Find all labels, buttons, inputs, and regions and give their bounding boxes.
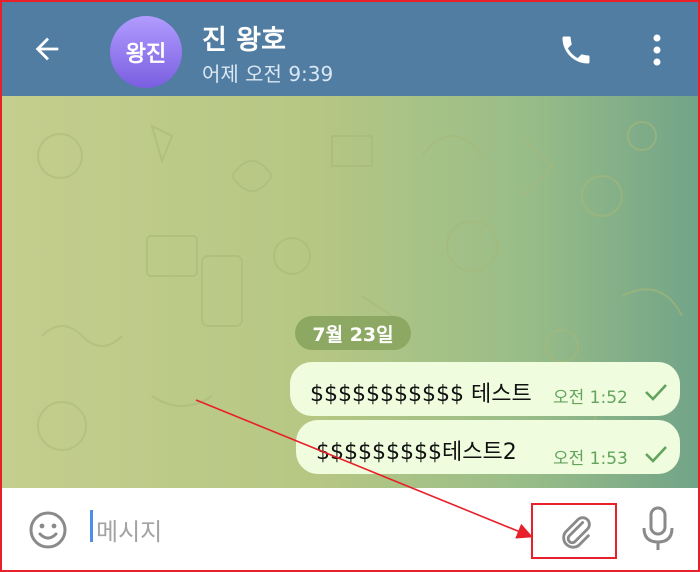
- check-icon: [645, 446, 667, 463]
- message-bubble[interactable]: $$$$$$$$$테스트2 오전 1:53: [296, 420, 680, 474]
- last-seen-status: 어제 오전 9:39: [202, 62, 334, 86]
- message-composer: 메시지: [2, 488, 698, 570]
- check-icon: [645, 384, 667, 401]
- date-label: 7월 23일: [312, 323, 394, 346]
- message-text: $$$$$$$$$$$ 테스트: [310, 382, 532, 407]
- avatar[interactable]: 왕진: [110, 16, 182, 88]
- mic-icon[interactable]: [638, 506, 678, 552]
- message-bubble[interactable]: $$$$$$$$$$$ 테스트 오전 1:52: [290, 362, 680, 416]
- text-cursor: [90, 510, 93, 542]
- attach-icon[interactable]: [557, 513, 595, 551]
- highlight-box: [531, 503, 617, 559]
- phone-icon[interactable]: [558, 32, 594, 68]
- app-frame: 왕진 진 왕호 어제 오전 9:39 7월 23일 $$$$$$$$$$$ 테스…: [0, 0, 700, 572]
- contact-name[interactable]: 진 왕호: [202, 18, 286, 57]
- message-time: 오전 1:53: [553, 449, 628, 469]
- chat-header: 왕진 진 왕호 어제 오전 9:39: [2, 2, 698, 96]
- message-area[interactable]: 7월 23일 $$$$$$$$$$$ 테스트 오전 1:52 $$$$$$$$$…: [2, 96, 698, 488]
- message-input[interactable]: 메시지: [96, 512, 162, 547]
- avatar-initials: 왕진: [125, 42, 167, 67]
- date-separator: 7월 23일: [295, 316, 411, 350]
- more-vert-icon[interactable]: [646, 32, 668, 68]
- message-time: 오전 1:52: [553, 388, 628, 408]
- message-text: $$$$$$$$$테스트2: [316, 440, 517, 465]
- back-arrow-icon[interactable]: [30, 32, 64, 66]
- emoji-icon[interactable]: [28, 510, 68, 550]
